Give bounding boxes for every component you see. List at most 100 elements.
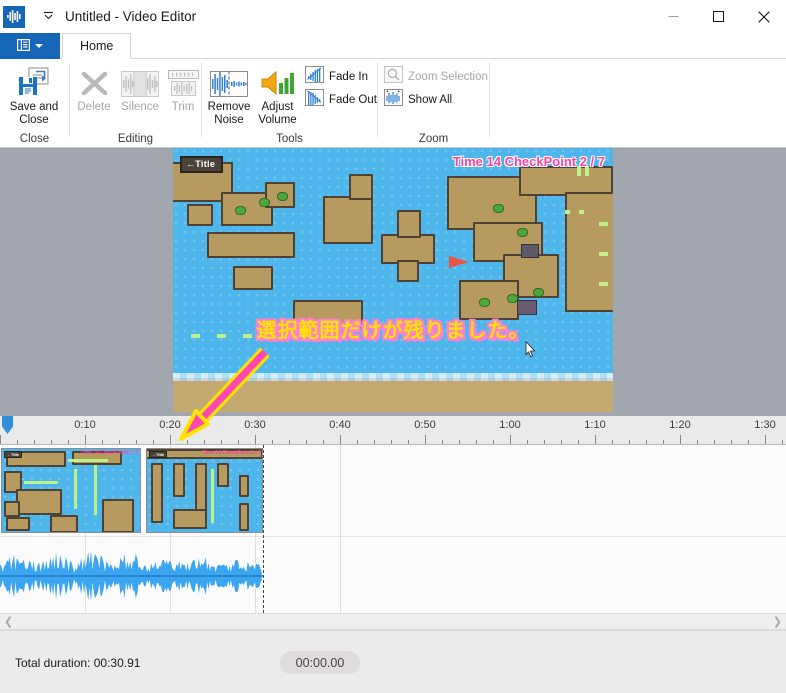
- video-caption-text: 選択範囲だけが残りました。: [256, 320, 530, 342]
- trim-icon: [167, 62, 199, 98]
- ruler-minor-tick: [204, 440, 205, 444]
- timeline-tracks[interactable]: ←Title Time 14 CheckPoint 2 / 7 ←Title T…: [0, 445, 786, 613]
- maximize-button[interactable]: [696, 0, 741, 33]
- selection-right-edge[interactable]: [263, 445, 264, 613]
- app-logo-icon: [3, 5, 25, 28]
- thumb-island: [151, 463, 163, 523]
- show-all-button[interactable]: Show All: [384, 89, 452, 111]
- thumb-island: [102, 499, 134, 532]
- ruler-minor-tick: [663, 440, 664, 444]
- ruler-major-tick: [0, 435, 1, 444]
- tree: [259, 198, 270, 207]
- minimize-button[interactable]: [651, 0, 696, 33]
- video-clip-thumbnail-2[interactable]: ←Title Time 14 CheckPoint 2 / 7: [146, 448, 263, 533]
- ruler-minor-tick: [561, 440, 562, 444]
- silence-button[interactable]: Silence: [114, 62, 166, 114]
- ruler-label: 1:10: [584, 419, 606, 431]
- shoreline: [173, 373, 613, 412]
- ruler-minor-tick: [34, 440, 35, 444]
- thumb-island: [4, 501, 20, 517]
- video-editor-window: Untitled - Video Editor Home Save and Cl…: [0, 0, 786, 693]
- tree: [235, 206, 246, 215]
- zoom-selection-button[interactable]: Zoom Selection: [384, 66, 488, 88]
- scroll-right-icon[interactable]: ❯: [769, 615, 786, 628]
- thumb-path: [24, 481, 58, 484]
- tab-home[interactable]: Home: [62, 33, 132, 59]
- remove-noise-button[interactable]: Remove Noise: [202, 62, 256, 127]
- ruler-minor-tick: [782, 440, 783, 444]
- thumb-status-label: Time 14 CheckPoint 2 / 7: [202, 450, 261, 456]
- show-all-label: Show All: [408, 94, 453, 106]
- ruler-minor-tick: [714, 440, 715, 444]
- ruler-minor-tick: [612, 440, 613, 444]
- thumb-island: [173, 463, 185, 497]
- audio-waveform-track[interactable]: [0, 543, 263, 609]
- close-button[interactable]: [741, 0, 786, 33]
- tree: [479, 298, 490, 307]
- zoom-selection-label: Zoom Selection: [408, 71, 488, 83]
- ruler-label: 0:40: [329, 419, 351, 431]
- ruler-minor-tick: [442, 440, 443, 444]
- quick-access-toolbar-chevron-icon[interactable]: [43, 11, 54, 23]
- silence-icon: [121, 62, 159, 98]
- ruler-minor-tick: [697, 440, 698, 444]
- fade-out-button[interactable]: Fade Out: [305, 89, 377, 111]
- ruler-label: 1:30: [754, 419, 776, 431]
- ribbon-group-zoom-label: Zoom: [418, 133, 449, 145]
- file-menu-icon: [17, 39, 31, 53]
- timeline-horizontal-scrollbar[interactable]: ❮ ❯: [0, 613, 786, 630]
- ribbon-group-tools: Remove Noise Adjust Volume Fade In Fade …: [202, 59, 377, 147]
- playhead-marker[interactable]: [2, 416, 13, 434]
- thumb-path: [211, 469, 214, 523]
- ruler-major-tick: [510, 435, 511, 444]
- island: [323, 196, 373, 244]
- remove-noise-icon: [210, 62, 248, 98]
- thumb-island: [239, 503, 249, 531]
- thumb-island: [16, 489, 62, 515]
- current-time-display: 00:00.00: [280, 651, 360, 674]
- ruler-minor-tick: [748, 440, 749, 444]
- trim-button[interactable]: Trim: [162, 62, 204, 114]
- ruler-minor-tick: [527, 440, 528, 444]
- ruler-major-tick: [765, 435, 766, 444]
- adjust-volume-button[interactable]: Adjust Volume: [250, 62, 305, 127]
- ribbon-toolbar: Save and Close Close Delete Silence Trim…: [0, 59, 786, 148]
- scroll-left-icon[interactable]: ❮: [0, 615, 17, 628]
- ruler-minor-tick: [408, 440, 409, 444]
- show-all-icon: [384, 89, 403, 111]
- ruler-minor-tick: [629, 440, 630, 444]
- island: [349, 174, 373, 200]
- window-controls: [651, 0, 786, 33]
- ruler-minor-tick: [646, 440, 647, 444]
- fade-in-button[interactable]: Fade In: [305, 66, 368, 88]
- path-marker: [599, 282, 608, 286]
- ruler-major-tick: [680, 435, 681, 444]
- ruler-minor-tick: [374, 440, 375, 444]
- hud-title-button[interactable]: ←Title: [180, 156, 224, 173]
- enemy-tank: [517, 300, 537, 315]
- ruler-minor-tick: [153, 440, 154, 444]
- adjust-volume-icon: [260, 62, 296, 98]
- ribbon-group-close-label: Close: [19, 133, 50, 145]
- total-duration-label: Total duration: 00:30.91: [15, 656, 141, 670]
- thumb-title-label: ←Title: [149, 451, 168, 458]
- mouse-cursor-icon: [525, 340, 536, 362]
- thumb-path: [74, 469, 77, 509]
- video-clip-thumbnail-1[interactable]: ←Title Time 14 CheckPoint 2 / 7: [1, 448, 141, 533]
- magnifier-icon: [384, 66, 403, 88]
- file-menu-button[interactable]: [0, 33, 60, 59]
- ruler-minor-tick: [578, 440, 579, 444]
- ribbon-group-editing-label: Editing: [117, 133, 154, 145]
- path-marker: [599, 252, 608, 256]
- timeline-gridline: [340, 445, 341, 613]
- video-preview-area[interactable]: ←Title Time 14 CheckPoint 2 / 7 選択範囲だけが残…: [0, 148, 786, 416]
- delete-x-icon: [79, 62, 110, 98]
- save-and-close-button[interactable]: Save and Close: [1, 62, 67, 127]
- thumb-path: [94, 465, 97, 515]
- ruler-major-tick: [255, 435, 256, 444]
- tree: [493, 204, 504, 213]
- timeline-ruler[interactable]: 0:10 0:20 0:30 0:40 0:50 1:00 1:10 1:20 1:30: [0, 416, 786, 445]
- ruler-minor-tick: [136, 440, 137, 444]
- path-marker: [579, 210, 584, 214]
- delete-button[interactable]: Delete: [70, 62, 118, 114]
